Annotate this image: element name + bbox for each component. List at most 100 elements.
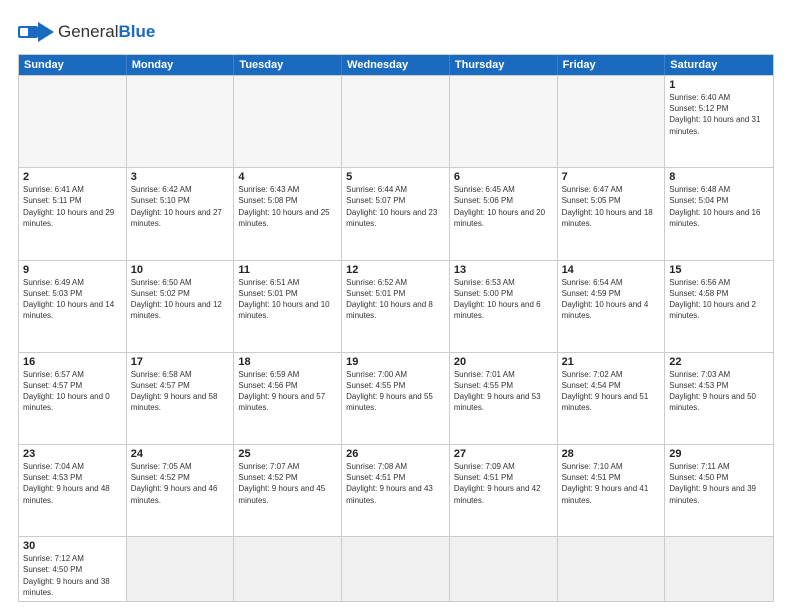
- sun-info: Sunrise: 7:10 AM Sunset: 4:51 PM Dayligh…: [562, 461, 661, 506]
- sun-info: Sunrise: 6:57 AM Sunset: 4:57 PM Dayligh…: [23, 369, 122, 414]
- sun-info: Sunrise: 6:44 AM Sunset: 5:07 PM Dayligh…: [346, 184, 445, 229]
- day-number: 29: [669, 448, 769, 460]
- day-number: 27: [454, 448, 553, 460]
- calendar-cell: [558, 76, 666, 167]
- calendar-cell: [342, 76, 450, 167]
- day-number: 22: [669, 356, 769, 368]
- logo-text: GeneralBlue: [58, 22, 155, 42]
- calendar-cell: 1Sunrise: 6:40 AM Sunset: 5:12 PM Daylig…: [665, 76, 773, 167]
- sun-info: Sunrise: 6:40 AM Sunset: 5:12 PM Dayligh…: [669, 92, 769, 137]
- calendar-cell: 29Sunrise: 7:11 AM Sunset: 4:50 PM Dayli…: [665, 445, 773, 536]
- day-number: 1: [669, 79, 769, 91]
- day-number: 24: [131, 448, 230, 460]
- day-number: 28: [562, 448, 661, 460]
- calendar-cell: [450, 76, 558, 167]
- calendar: SundayMondayTuesdayWednesdayThursdayFrid…: [18, 54, 774, 602]
- calendar-cell: [127, 76, 235, 167]
- calendar-cell: 2Sunrise: 6:41 AM Sunset: 5:11 PM Daylig…: [19, 168, 127, 259]
- sun-info: Sunrise: 7:07 AM Sunset: 4:52 PM Dayligh…: [238, 461, 337, 506]
- day-number: 12: [346, 264, 445, 276]
- logo: GeneralBlue: [18, 18, 155, 46]
- calendar-cell: [342, 537, 450, 601]
- calendar-cell: 8Sunrise: 6:48 AM Sunset: 5:04 PM Daylig…: [665, 168, 773, 259]
- weekday-header-tuesday: Tuesday: [234, 55, 342, 75]
- day-number: 4: [238, 171, 337, 183]
- weekday-header-friday: Friday: [558, 55, 666, 75]
- sun-info: Sunrise: 7:04 AM Sunset: 4:53 PM Dayligh…: [23, 461, 122, 506]
- calendar-cell: 21Sunrise: 7:02 AM Sunset: 4:54 PM Dayli…: [558, 353, 666, 444]
- calendar-cell: 30Sunrise: 7:12 AM Sunset: 4:50 PM Dayli…: [19, 537, 127, 601]
- day-number: 30: [23, 540, 122, 552]
- calendar-cell: 9Sunrise: 6:49 AM Sunset: 5:03 PM Daylig…: [19, 261, 127, 352]
- day-number: 20: [454, 356, 553, 368]
- sun-info: Sunrise: 6:45 AM Sunset: 5:06 PM Dayligh…: [454, 184, 553, 229]
- day-number: 25: [238, 448, 337, 460]
- calendar-cell: [127, 537, 235, 601]
- logo-icon: [18, 18, 54, 46]
- sun-info: Sunrise: 6:54 AM Sunset: 4:59 PM Dayligh…: [562, 277, 661, 322]
- calendar-cell: 14Sunrise: 6:54 AM Sunset: 4:59 PM Dayli…: [558, 261, 666, 352]
- calendar-row-2: 9Sunrise: 6:49 AM Sunset: 5:03 PM Daylig…: [19, 260, 773, 352]
- calendar-cell: 11Sunrise: 6:51 AM Sunset: 5:01 PM Dayli…: [234, 261, 342, 352]
- day-number: 16: [23, 356, 122, 368]
- calendar-cell: 19Sunrise: 7:00 AM Sunset: 4:55 PM Dayli…: [342, 353, 450, 444]
- sun-info: Sunrise: 6:48 AM Sunset: 5:04 PM Dayligh…: [669, 184, 769, 229]
- sun-info: Sunrise: 6:59 AM Sunset: 4:56 PM Dayligh…: [238, 369, 337, 414]
- day-number: 26: [346, 448, 445, 460]
- calendar-cell: 3Sunrise: 6:42 AM Sunset: 5:10 PM Daylig…: [127, 168, 235, 259]
- calendar-row-0: 1Sunrise: 6:40 AM Sunset: 5:12 PM Daylig…: [19, 75, 773, 167]
- weekday-header-saturday: Saturday: [665, 55, 773, 75]
- day-number: 13: [454, 264, 553, 276]
- calendar-cell: 23Sunrise: 7:04 AM Sunset: 4:53 PM Dayli…: [19, 445, 127, 536]
- sun-info: Sunrise: 7:08 AM Sunset: 4:51 PM Dayligh…: [346, 461, 445, 506]
- calendar-cell: 17Sunrise: 6:58 AM Sunset: 4:57 PM Dayli…: [127, 353, 235, 444]
- sun-info: Sunrise: 7:01 AM Sunset: 4:55 PM Dayligh…: [454, 369, 553, 414]
- calendar-row-5: 30Sunrise: 7:12 AM Sunset: 4:50 PM Dayli…: [19, 536, 773, 601]
- day-number: 10: [131, 264, 230, 276]
- sun-info: Sunrise: 6:58 AM Sunset: 4:57 PM Dayligh…: [131, 369, 230, 414]
- sun-info: Sunrise: 6:51 AM Sunset: 5:01 PM Dayligh…: [238, 277, 337, 322]
- calendar-cell: 27Sunrise: 7:09 AM Sunset: 4:51 PM Dayli…: [450, 445, 558, 536]
- calendar-body: 1Sunrise: 6:40 AM Sunset: 5:12 PM Daylig…: [19, 75, 773, 601]
- day-number: 6: [454, 171, 553, 183]
- day-number: 9: [23, 264, 122, 276]
- day-number: 8: [669, 171, 769, 183]
- calendar-cell: 16Sunrise: 6:57 AM Sunset: 4:57 PM Dayli…: [19, 353, 127, 444]
- sun-info: Sunrise: 6:53 AM Sunset: 5:00 PM Dayligh…: [454, 277, 553, 322]
- day-number: 14: [562, 264, 661, 276]
- calendar-cell: [558, 537, 666, 601]
- sun-info: Sunrise: 6:50 AM Sunset: 5:02 PM Dayligh…: [131, 277, 230, 322]
- weekday-header-thursday: Thursday: [450, 55, 558, 75]
- day-number: 7: [562, 171, 661, 183]
- weekday-header-monday: Monday: [127, 55, 235, 75]
- sun-info: Sunrise: 6:47 AM Sunset: 5:05 PM Dayligh…: [562, 184, 661, 229]
- calendar-cell: 25Sunrise: 7:07 AM Sunset: 4:52 PM Dayli…: [234, 445, 342, 536]
- calendar-cell: 28Sunrise: 7:10 AM Sunset: 4:51 PM Dayli…: [558, 445, 666, 536]
- calendar-cell: 22Sunrise: 7:03 AM Sunset: 4:53 PM Dayli…: [665, 353, 773, 444]
- sun-info: Sunrise: 6:49 AM Sunset: 5:03 PM Dayligh…: [23, 277, 122, 322]
- sun-info: Sunrise: 6:41 AM Sunset: 5:11 PM Dayligh…: [23, 184, 122, 229]
- day-number: 23: [23, 448, 122, 460]
- weekday-header-sunday: Sunday: [19, 55, 127, 75]
- calendar-cell: [234, 537, 342, 601]
- calendar-cell: 4Sunrise: 6:43 AM Sunset: 5:08 PM Daylig…: [234, 168, 342, 259]
- calendar-cell: 12Sunrise: 6:52 AM Sunset: 5:01 PM Dayli…: [342, 261, 450, 352]
- calendar-cell: [450, 537, 558, 601]
- sun-info: Sunrise: 7:12 AM Sunset: 4:50 PM Dayligh…: [23, 553, 122, 598]
- calendar-cell: 6Sunrise: 6:45 AM Sunset: 5:06 PM Daylig…: [450, 168, 558, 259]
- calendar-cell: [19, 76, 127, 167]
- calendar-page: GeneralBlue SundayMondayTuesdayWednesday…: [0, 0, 792, 612]
- calendar-cell: 5Sunrise: 6:44 AM Sunset: 5:07 PM Daylig…: [342, 168, 450, 259]
- weekday-header-wednesday: Wednesday: [342, 55, 450, 75]
- calendar-cell: 18Sunrise: 6:59 AM Sunset: 4:56 PM Dayli…: [234, 353, 342, 444]
- day-number: 17: [131, 356, 230, 368]
- sun-info: Sunrise: 7:09 AM Sunset: 4:51 PM Dayligh…: [454, 461, 553, 506]
- calendar-row-4: 23Sunrise: 7:04 AM Sunset: 4:53 PM Dayli…: [19, 444, 773, 536]
- day-number: 2: [23, 171, 122, 183]
- sun-info: Sunrise: 7:02 AM Sunset: 4:54 PM Dayligh…: [562, 369, 661, 414]
- day-number: 19: [346, 356, 445, 368]
- sun-info: Sunrise: 7:03 AM Sunset: 4:53 PM Dayligh…: [669, 369, 769, 414]
- sun-info: Sunrise: 7:00 AM Sunset: 4:55 PM Dayligh…: [346, 369, 445, 414]
- calendar-cell: 26Sunrise: 7:08 AM Sunset: 4:51 PM Dayli…: [342, 445, 450, 536]
- sun-info: Sunrise: 6:42 AM Sunset: 5:10 PM Dayligh…: [131, 184, 230, 229]
